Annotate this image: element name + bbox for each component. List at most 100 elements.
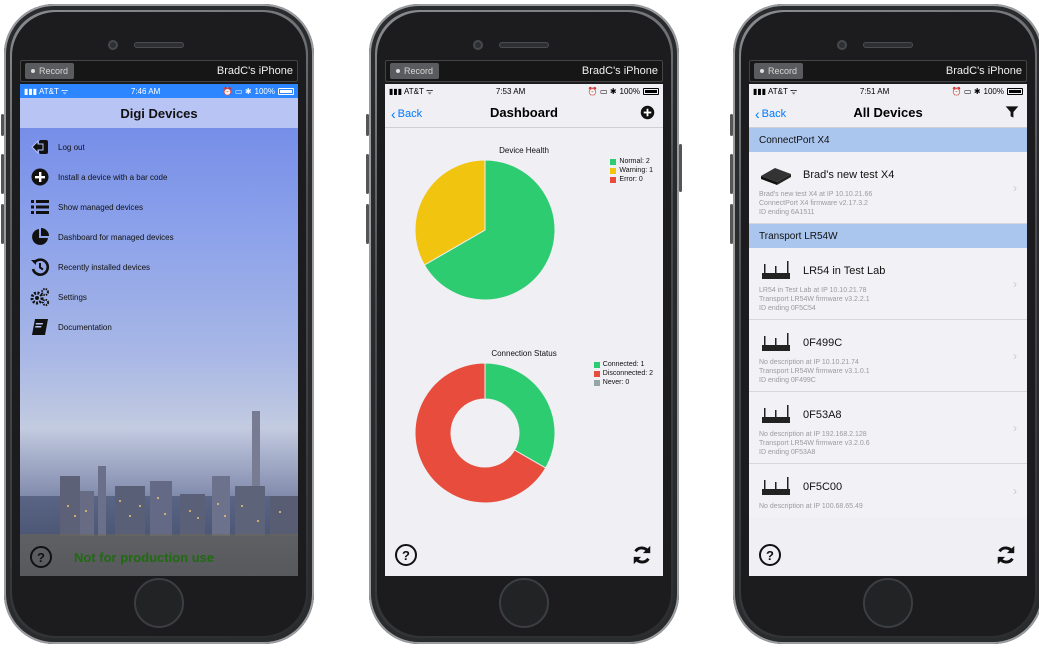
legend-item: Normal: 2: [610, 157, 653, 166]
help-icon: ?: [766, 547, 774, 563]
menu-item-label: Recently installed devices: [58, 262, 151, 272]
stage: Record BradC's iPhone ▮▮▮ AT&T ᯤ 7:46 AM…: [0, 0, 1039, 648]
legend-swatch: [610, 176, 617, 183]
phone-dashboard: Record BradC's iPhone ▮▮▮ AT&T ᯤ 7:53 AM…: [366, 4, 682, 644]
earpiece-speaker: [863, 42, 913, 48]
mute-switch: [366, 114, 369, 136]
page-title: Dashboard: [490, 105, 558, 120]
battery-icon: [1007, 87, 1023, 95]
volume-down-button: [1, 204, 4, 244]
device-detail-line: ID ending 6A1511: [759, 209, 815, 216]
record-button[interactable]: Record: [390, 63, 440, 79]
record-dot-icon: [31, 69, 35, 73]
device-detail-line: ConnectPort X4 firmware v2.17.3.2: [759, 200, 868, 207]
menu-item-label: Install a device with a bar code: [58, 172, 168, 182]
menu-item-documentation[interactable]: Documentation: [30, 312, 288, 342]
device-detail-line: LR54 in Test Lab at IP 10.10.21.78: [759, 287, 867, 294]
legend-item: Connected: 1: [593, 360, 653, 369]
nav-bar: ‹ Back All Devices: [749, 98, 1027, 128]
footer: ?: [759, 544, 1017, 566]
connection-status-legend: Connected: 1 Disconnected: 2 Never: 0: [593, 360, 653, 387]
router-device-icon: [762, 405, 790, 423]
device-name: 0F499C: [803, 337, 843, 349]
screen-dashboard: ▮▮▮ AT&T ᯤ 7:53 AM ⏰ ▭ ✱ 100% ‹ Back Dash…: [385, 84, 663, 576]
device-row[interactable]: 0F53A8 No description at IP 192.168.2.12…: [749, 392, 1027, 464]
legend-swatch: [610, 167, 617, 174]
record-button[interactable]: Record: [754, 63, 804, 79]
page-title: Digi Devices: [120, 105, 198, 121]
phone-all-devices: Record BradC's iPhone ▮▮▮ AT&T ᯤ 7:51 AM…: [730, 4, 1039, 644]
device-detail-line: Transport LR54W firmware v3.2.2.1: [759, 296, 870, 303]
help-button[interactable]: ?: [30, 546, 52, 568]
device-row[interactable]: 0F5C00 No description at IP 100.68.65.49…: [749, 464, 1027, 517]
device-health-title: Device Health: [499, 146, 549, 155]
router-device-icon: [762, 261, 790, 279]
device-health-pie: [414, 159, 556, 301]
chevron-right-icon: ›: [1013, 276, 1017, 291]
device-row-top: 0F499C: [759, 328, 1017, 358]
home-button[interactable]: [134, 578, 184, 628]
footer: ? Not for production use: [30, 546, 288, 568]
device-detail-line: Transport LR54W firmware v3.2.0.6: [759, 440, 870, 447]
status-time: 7:53 AM: [495, 86, 526, 96]
volume-up-button: [1, 154, 4, 194]
status-time: 7:46 AM: [130, 86, 161, 96]
device-name: 0F5C00: [803, 481, 843, 493]
record-dot-icon: [760, 69, 764, 73]
help-button[interactable]: ?: [395, 544, 417, 566]
legend-item: Never: 0: [593, 378, 653, 387]
screen-main-menu: ▮▮▮ AT&T ᯤ 7:46 AM ⏰ ▭ ✱ 100% Digi Devic…: [20, 84, 298, 576]
device-row[interactable]: Brad's new test X4 Brad's new test X4 at…: [749, 152, 1027, 224]
power-button: [679, 144, 682, 192]
home-button[interactable]: [499, 578, 549, 628]
device-name: LR54 in Test Lab: [803, 265, 886, 277]
help-button[interactable]: ?: [759, 544, 781, 566]
menu-item-show-devices[interactable]: Show managed devices: [30, 192, 288, 222]
section-header-connectport: ConnectPort X4: [749, 128, 1027, 152]
device-row-top: Brad's new test X4: [759, 160, 1017, 190]
carrier: ▮▮▮ AT&T ᯤ: [753, 86, 798, 96]
connection-status-chart: Connected: 1 Disconnected: 2 Never: 0: [385, 358, 663, 508]
menu-item-logout[interactable]: Log out: [30, 132, 288, 162]
refresh-icon[interactable]: [995, 544, 1017, 566]
screen-all-devices: ▮▮▮ AT&T ᯤ 7:51 AM ⏰ ▭ ✱ 100% ‹ Back All …: [749, 84, 1027, 576]
back-button[interactable]: ‹ Back: [391, 106, 422, 122]
refresh-icon[interactable]: [631, 544, 653, 566]
device-name: BradC's iPhone: [581, 65, 658, 77]
list-icon: [31, 200, 49, 214]
status-time: 7:51 AM: [859, 86, 890, 96]
volume-up-button: [730, 154, 733, 194]
back-label: Back: [397, 108, 423, 120]
status-right: ⏰ ▭ ✱ 100%: [588, 87, 659, 96]
main-menu: Log out Install a device with a bar code…: [20, 128, 298, 346]
menu-item-install-barcode[interactable]: Install a device with a bar code: [30, 162, 288, 192]
back-button[interactable]: ‹ Back: [755, 106, 786, 122]
device-row[interactable]: 0F499C No description at IP 10.10.21.74 …: [749, 320, 1027, 392]
menu-item-recent[interactable]: Recently installed devices: [30, 252, 288, 282]
device-row[interactable]: LR54 in Test Lab LR54 in Test Lab at IP …: [749, 248, 1027, 320]
device-row-top: 0F5C00: [759, 472, 1017, 502]
pie-icon: [32, 228, 49, 245]
status-bar: ▮▮▮ AT&T ᯤ 7:53 AM ⏰ ▭ ✱ 100%: [385, 84, 663, 98]
device-detail-line: No description at IP 10.10.21.74: [759, 359, 859, 366]
device-health-legend: Normal: 2 Warning: 1 Error: 0: [610, 157, 653, 184]
home-button[interactable]: [863, 578, 913, 628]
plus-circle-icon: [31, 168, 49, 186]
mute-switch: [730, 114, 733, 136]
device-name: BradC's iPhone: [945, 65, 1022, 77]
menu-item-label: Show managed devices: [58, 202, 143, 212]
connectport-device-icon: [761, 168, 791, 185]
record-button[interactable]: Record: [25, 63, 75, 79]
record-bar: Record BradC's iPhone: [385, 60, 663, 82]
device-detail-line: Brad's new test X4 at IP 10.10.21.66: [759, 191, 873, 198]
menu-item-dashboard[interactable]: Dashboard for managed devices: [30, 222, 288, 252]
record-dot-icon: [396, 69, 400, 73]
production-warning: Not for production use: [74, 549, 215, 565]
filter-icon[interactable]: [1005, 105, 1019, 119]
help-icon: ?: [402, 547, 410, 563]
chevron-left-icon: ‹: [391, 106, 396, 122]
battery-icon: [643, 87, 659, 95]
menu-item-settings[interactable]: Settings: [30, 282, 288, 312]
add-icon[interactable]: [640, 105, 655, 120]
legend-item: Warning: 1: [610, 166, 653, 175]
